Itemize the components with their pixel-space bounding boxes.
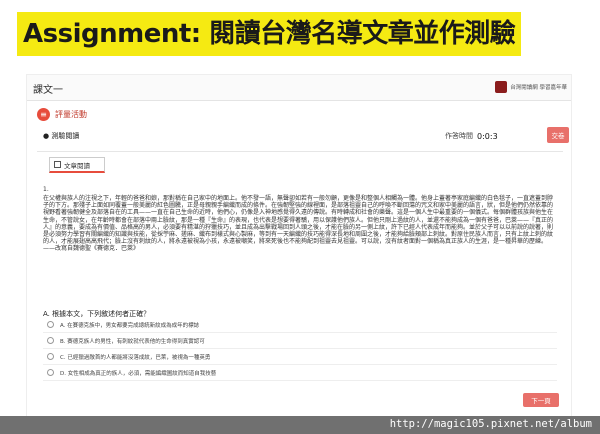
activity-label: 評量活動	[55, 110, 87, 119]
document-icon	[54, 161, 61, 168]
brand-name: 台灣閱讀網 學習嘉年華	[510, 85, 567, 91]
submit-button[interactable]: 交卷	[547, 127, 569, 143]
next-page-button[interactable]: 下一頁	[523, 393, 559, 407]
footer-bar: http://magic105.pixnet.net/album	[0, 416, 600, 434]
radio-icon[interactable]	[47, 369, 54, 376]
page-title: 課文一	[33, 85, 63, 96]
paragraph-number: 1.	[43, 186, 49, 193]
option-a[interactable]: A. 在賽德克族中，男女都要完成總統新紋成為成年的標誌	[43, 317, 557, 333]
top-bar: 課文一 台灣閱讀網 學習嘉年華	[27, 75, 571, 101]
tab-article[interactable]: 文章閱讀	[49, 157, 105, 173]
radio-icon[interactable]	[47, 321, 54, 328]
brand-logo-icon	[495, 81, 508, 93]
tab-label: 文章閱讀	[64, 161, 90, 170]
option-c[interactable]: C. 已經獵過敵首的人都能將沒落成紋，巴萊，被視為一種英勇	[43, 349, 557, 365]
option-label: A. 在賽德克族中，男女都要完成總統新紋成為成年的標誌	[60, 322, 200, 329]
app-screen: 課文一 台灣閱讀網 學習嘉年華 ≡ 評量活動 ● 測驗閱讀 作答時間 0:0:3…	[26, 74, 572, 418]
option-d[interactable]: D. 女性相成為真正的族人，必須，需能編織圖紋而知道自我技藝	[43, 365, 557, 381]
option-label: D. 女性相成為真正的族人，必須，需能編織圖紋而知道自我技藝	[60, 370, 217, 377]
option-label: C. 已經獵過敵首的人都能將沒落成紋，巴萊，被視為一種英勇	[60, 354, 211, 361]
divider	[37, 151, 563, 152]
footer-url: http://magic105.pixnet.net/album	[389, 418, 592, 430]
option-label: B. 賽德克族人的男性，有刺紋就代表他的生命得到真實認可	[60, 338, 205, 345]
list-icon: ≡	[37, 108, 50, 121]
radio-icon[interactable]	[47, 353, 54, 360]
section-label: ● 測驗閱讀	[43, 131, 79, 141]
banner-title: Assignment: 閱讀台灣名導文章並作測驗	[17, 12, 522, 56]
article-text: 在父權與族人的注視之下，年輕的爸爸和娘，那對稱在自己家中的地面上。他不發一語，無…	[43, 195, 554, 253]
timer-value: 0:0:3	[477, 131, 498, 141]
timer: 作答時間 0:0:3	[445, 131, 498, 141]
timer-label: 作答時間	[445, 132, 473, 140]
banner: Assignment: 閱讀台灣名導文章並作測驗	[0, 0, 600, 64]
activity-header: ≡ 評量活動	[37, 108, 87, 121]
section-text: ● 測驗閱讀	[43, 132, 80, 140]
radio-icon[interactable]	[47, 337, 54, 344]
brand[interactable]: 台灣閱讀網 學習嘉年華	[495, 81, 567, 93]
option-b[interactable]: B. 賽德克族人的男性，有刺紋就代表他的生命得到真實認可	[43, 333, 557, 349]
